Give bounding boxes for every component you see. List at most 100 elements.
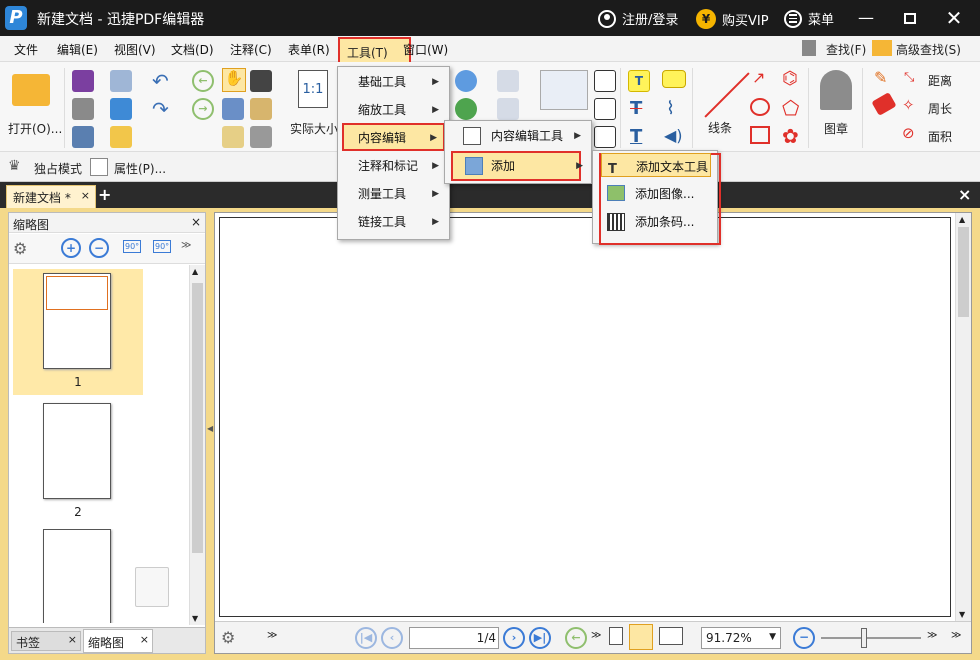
document-tab[interactable]: 新建文档 * × [6, 185, 96, 208]
stamp-button[interactable]: 图章 [816, 70, 856, 136]
undo-icon[interactable]: ↶ [152, 69, 169, 93]
sound-icon[interactable]: ◀) [664, 126, 683, 145]
status-more-icon[interactable]: ≫ [267, 630, 277, 641]
distance-icon[interactable]: ⤡ [904, 70, 914, 85]
close-thumbnails-icon[interactable]: × [140, 633, 149, 646]
email-icon[interactable] [110, 70, 132, 92]
menu-item-add[interactable]: 添加 ▶ [451, 151, 583, 181]
redo-icon[interactable]: ↷ [152, 97, 169, 121]
find-button[interactable]: 查找(F) [826, 41, 866, 58]
thumbnail-3[interactable] [13, 529, 143, 623]
close-bookmarks-icon[interactable]: × [68, 633, 77, 646]
find-icon[interactable] [802, 40, 816, 56]
typewriter-text-icon[interactable]: T [628, 70, 650, 92]
typewriter-icon[interactable] [250, 126, 272, 148]
polyline-tool-icon[interactable]: ⌬ [782, 68, 798, 89]
rotate-left-icon[interactable]: 90° [123, 240, 142, 253]
more-icon[interactable]: ≫ [181, 240, 191, 251]
facing-page-icon[interactable] [659, 627, 683, 645]
advanced-find-button[interactable]: 高级查找(S) [896, 41, 961, 58]
zoom-out-icon[interactable]: − [793, 627, 815, 649]
close-tab-icon[interactable]: × [81, 189, 90, 202]
scroll-down-icon[interactable]: ▼ [959, 610, 965, 619]
polygon-tool-icon[interactable]: ⬠ [782, 96, 799, 120]
distance-label[interactable]: 距离 [928, 72, 952, 89]
thumbnail-1[interactable]: 1 [13, 269, 143, 395]
cloud-tool-icon[interactable]: ✿ [782, 124, 799, 148]
continuous-page-icon[interactable] [629, 624, 653, 650]
main-menu-button[interactable]: 菜单 [784, 9, 834, 28]
status-back-icon[interactable]: ← [565, 627, 587, 649]
select-comment-icon[interactable] [222, 126, 244, 148]
save-icon[interactable] [72, 70, 94, 92]
menu-window[interactable]: 窗口(W) [403, 41, 448, 58]
zoom-out-thumb-icon[interactable]: − [89, 238, 109, 258]
single-page-icon[interactable] [609, 627, 623, 645]
tab-thumbnails[interactable]: 缩略图 × [83, 629, 153, 653]
panel-close-icon[interactable]: × [191, 215, 201, 229]
text-edit-icon[interactable] [594, 98, 616, 120]
history-more-icon[interactable]: ≫ [591, 630, 601, 641]
menu-item-content-edit-tool[interactable]: 内容编辑工具 ▶ [445, 123, 591, 149]
zoom-slider[interactable] [821, 637, 921, 639]
scan-icon[interactable] [110, 98, 132, 120]
add-text-icon[interactable] [497, 98, 519, 120]
attach-icon[interactable]: ⌇ [666, 98, 675, 119]
status-more2-icon[interactable]: ≫ [951, 630, 961, 641]
forward-icon[interactable]: → [192, 98, 214, 120]
viewer-scrollbar[interactable]: ▲ ▼ [955, 213, 971, 621]
menu-view[interactable]: 视图(V) [114, 41, 156, 58]
close-all-tabs-icon[interactable]: × [958, 185, 971, 204]
menu-item-basic-tools[interactable]: 基础工具 ▶ [338, 69, 449, 95]
maximize-button[interactable] [890, 6, 930, 30]
properties-button[interactable]: 属性(P)... [114, 160, 166, 177]
paste-icon[interactable] [250, 98, 272, 120]
open-button[interactable]: 打开(O)... [8, 72, 62, 142]
scroll-thumb[interactable] [958, 227, 969, 317]
collapse-panel-icon[interactable]: ◀ [207, 424, 213, 433]
line-tool-icon[interactable] [700, 72, 750, 122]
menu-item-annotation[interactable]: 注释和标记 ▶ [338, 153, 449, 179]
export-icon[interactable] [72, 126, 94, 148]
menu-item-content-edit[interactable]: 内容编辑 ▶ [342, 123, 445, 151]
scroll-down-icon[interactable]: ▼ [192, 614, 198, 623]
area-icon[interactable]: ⊘ [902, 124, 915, 142]
select-text-icon[interactable] [222, 98, 244, 120]
menu-item-measure[interactable]: 测量工具 ▶ [338, 181, 449, 207]
first-page-icon[interactable]: |◀ [355, 627, 377, 649]
print-icon[interactable] [72, 98, 94, 120]
menu-item-zoom-tools[interactable]: 缩放工具 ▶ [338, 97, 449, 123]
rectangle-tool-icon[interactable] [750, 126, 770, 144]
login-button[interactable]: 注册/登录 [598, 9, 678, 28]
zoom-in-thumb-icon[interactable]: + [61, 238, 81, 258]
advanced-find-icon[interactable] [872, 40, 892, 56]
new-page-icon[interactable] [110, 126, 132, 148]
eraser-icon[interactable] [871, 92, 897, 116]
zoom-in-icon[interactable] [455, 70, 477, 92]
menu-item-add-text-tool[interactable]: T 添加文本工具 [601, 153, 711, 177]
snapshot-icon[interactable] [250, 70, 272, 92]
menu-document[interactable]: 文档(D) [171, 41, 214, 58]
prev-page-icon[interactable]: ‹ [381, 627, 403, 649]
minimize-button[interactable]: — [846, 6, 886, 30]
menu-form[interactable]: 表单(R) [288, 41, 330, 58]
area-label[interactable]: 面积 [928, 128, 952, 145]
scroll-thumb[interactable] [192, 283, 203, 553]
scroll-up-icon[interactable]: ▲ [959, 215, 965, 224]
menu-item-add-image[interactable]: 添加图像... [601, 181, 711, 207]
add-tab-button[interactable]: + [98, 185, 111, 204]
back-icon[interactable]: ← [192, 70, 214, 92]
rotate-right-icon[interactable]: 90° [153, 240, 172, 253]
rotate-icon[interactable] [455, 98, 477, 120]
menu-comment[interactable]: 注释(C) [230, 41, 272, 58]
perimeter-icon[interactable]: ✧ [902, 96, 915, 114]
perimeter-label[interactable]: 周长 [928, 100, 952, 117]
thumbnail-scrollbar[interactable]: ▲ ▼ [189, 265, 205, 625]
text-box-icon[interactable] [497, 70, 519, 92]
ellipse-tool-icon[interactable] [750, 98, 770, 116]
menu-item-link-tools[interactable]: 链接工具 ▶ [338, 209, 449, 235]
exclusive-mode-button[interactable]: 独占模式 [34, 160, 82, 177]
buy-vip-button[interactable]: ¥ 购买VIP [696, 9, 769, 29]
menu-file[interactable]: 文件 [14, 41, 38, 58]
text-field-icon[interactable] [594, 70, 616, 92]
